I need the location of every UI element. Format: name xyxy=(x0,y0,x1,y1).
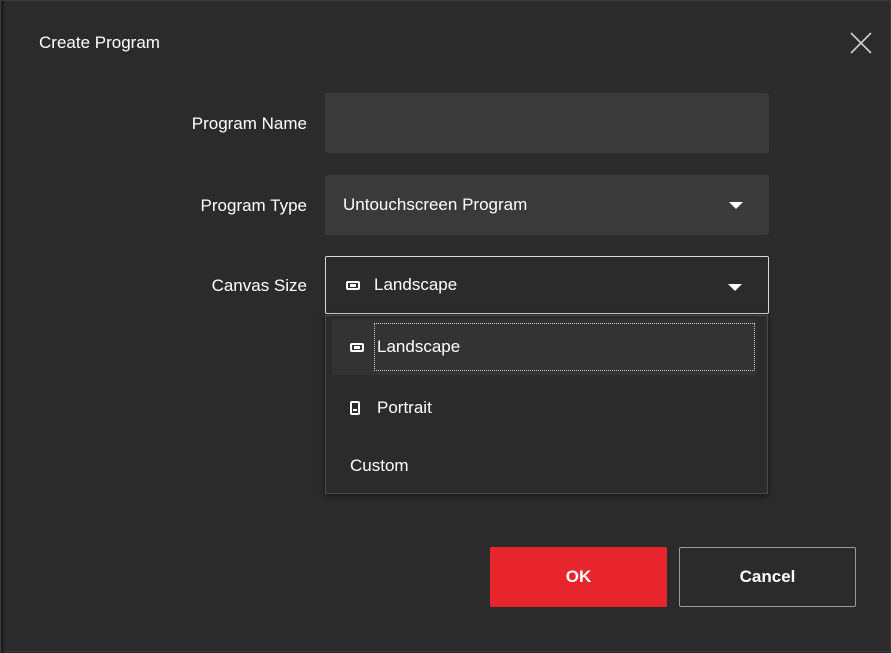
option-label: Landscape xyxy=(374,323,755,371)
window-edge xyxy=(1,1,4,653)
ok-button[interactable]: OK xyxy=(490,547,667,607)
chevron-down-icon xyxy=(728,284,742,291)
program-name-field[interactable] xyxy=(325,93,769,153)
canvas-option-custom[interactable]: Custom xyxy=(332,438,755,494)
program-type-value: Untouchscreen Program xyxy=(343,195,528,214)
landscape-icon xyxy=(346,280,360,290)
program-type-select[interactable]: Untouchscreen Program xyxy=(325,175,769,235)
portrait-icon xyxy=(350,401,360,415)
program-type-label: Program Type xyxy=(200,196,307,215)
close-icon xyxy=(850,32,872,54)
program-name-label: Program Name xyxy=(191,114,307,133)
dialog-title: Create Program xyxy=(39,33,160,52)
cancel-button[interactable]: Cancel xyxy=(679,547,856,607)
canvas-option-portrait[interactable]: Portrait xyxy=(332,380,755,436)
option-label: Custom xyxy=(350,456,409,475)
canvas-size-current: Landscape xyxy=(346,257,457,313)
option-label: Portrait xyxy=(377,398,432,417)
canvas-option-landscape[interactable]: Landscape xyxy=(332,319,755,375)
chevron-down-icon xyxy=(729,202,743,209)
landscape-icon xyxy=(350,342,364,352)
create-program-dialog: Create Program Program Name Program Type… xyxy=(0,0,891,653)
canvas-size-select[interactable]: Landscape xyxy=(325,256,769,314)
canvas-size-label: Canvas Size xyxy=(211,276,307,295)
canvas-size-value: Landscape xyxy=(374,275,458,294)
canvas-size-dropdown: Landscape Portrait Custom xyxy=(325,315,768,494)
close-button[interactable] xyxy=(849,31,873,55)
